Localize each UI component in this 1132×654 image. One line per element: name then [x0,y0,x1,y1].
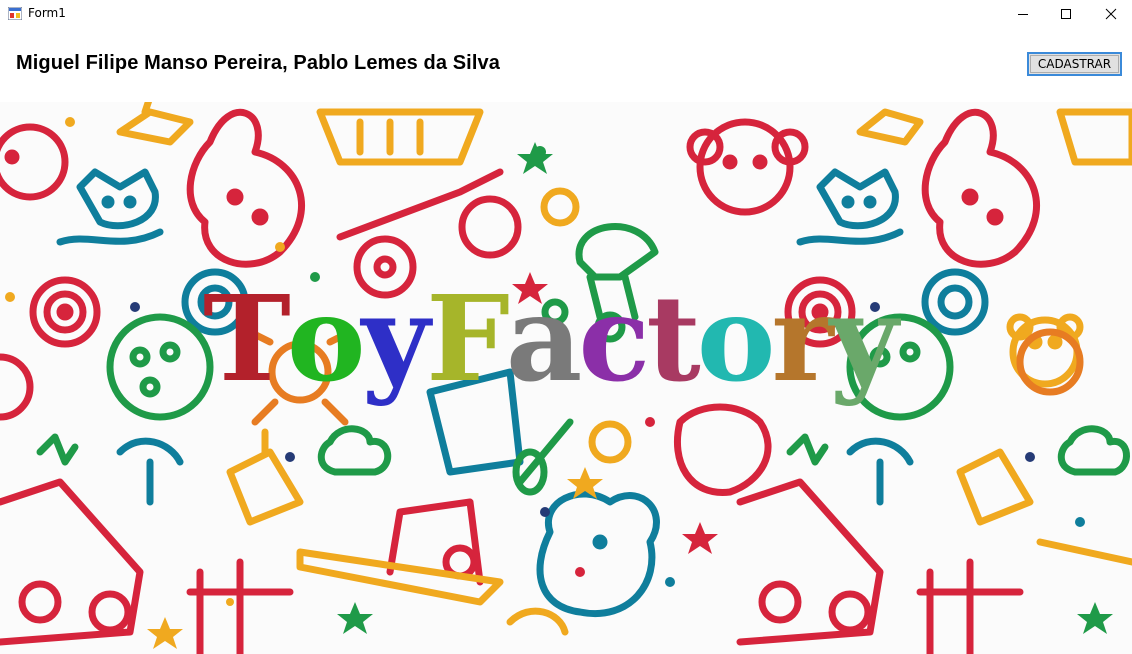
window-title: Form1 [28,6,66,20]
logo-letter: y [829,269,899,408]
minimize-icon [1018,14,1028,15]
logo-letter: y [361,269,431,408]
minimize-button[interactable] [1000,0,1046,28]
logo-letter: t [646,269,700,408]
logo-letter: T [203,269,291,408]
cadastrar-button[interactable]: CADASTRAR [1027,52,1122,76]
logo-letter: c [578,269,650,408]
form1-window: Form1 Miguel Filipe Manso Pereira, Pablo… [0,0,1132,654]
logo-letter: F [426,269,510,408]
logo-letter: o [696,269,776,408]
logo-letter: o [286,269,366,408]
maximize-button[interactable] [1043,0,1089,28]
toyfactory-logo: ToyFactory [203,269,899,408]
logo-letter: r [771,269,833,408]
title-bar[interactable]: Form1 [0,0,1132,28]
maximize-icon [1061,9,1071,19]
toy-pattern-picture: ToyFactory [0,102,1132,654]
authors-label: Miguel Filipe Manso Pereira, Pablo Lemes… [16,52,500,74]
close-button[interactable] [1088,0,1132,28]
form-icon [8,7,22,20]
close-icon [1105,8,1117,20]
logo-letter: a [505,269,582,408]
